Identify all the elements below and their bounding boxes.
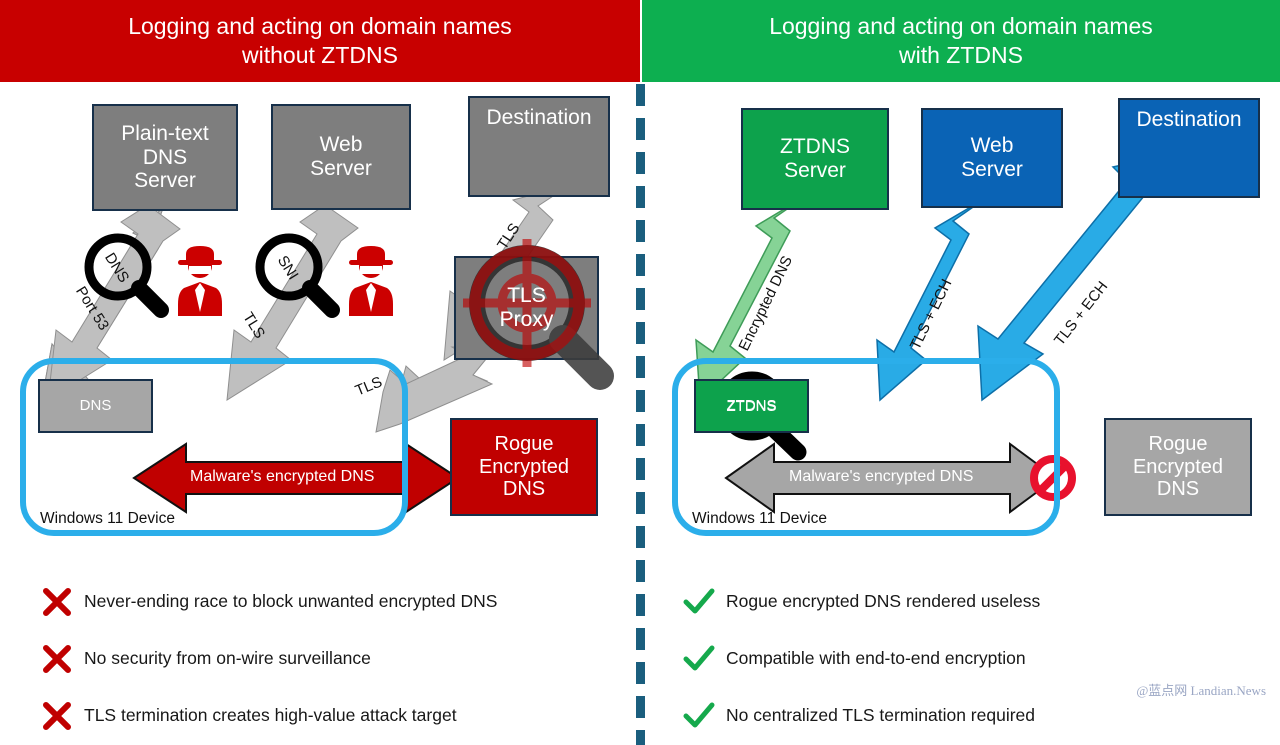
- left-bullet-list: Never-ending race to block unwanted encr…: [30, 573, 630, 744]
- right-header-line1: Logging and acting on domain names: [769, 12, 1153, 39]
- bullet-text: Compatible with end-to-end encryption: [726, 648, 1026, 668]
- left-header-line2: without ZTDNS: [242, 42, 398, 68]
- node-label-line2: Proxy: [499, 308, 554, 331]
- node-label: ZTDNS: [726, 397, 777, 415]
- node-tls-proxy-label: TLS Proxy: [454, 256, 599, 360]
- arrow-label-tls-web: TLS: [239, 309, 269, 342]
- node-web-server-left[interactable]: Web Server: [271, 104, 411, 210]
- node-label-line1: Web: [970, 134, 1014, 158]
- bullet-item: TLS termination creates high-value attac…: [30, 687, 630, 744]
- node-plain-text-dns-server[interactable]: Plain-text DNS Server: [92, 104, 238, 211]
- arrow-label-encrypted-dns: Encrypted DNS: [735, 253, 796, 354]
- node-label-line2: Server: [784, 159, 846, 182]
- spy-icon-1: [178, 246, 222, 316]
- arrow-label-malware-right: Malware's encrypted DNS: [789, 468, 974, 485]
- left-panel-header: Logging and acting on domain names witho…: [0, 0, 640, 82]
- right-bullet-list: Rogue encrypted DNS rendered useless Com…: [672, 573, 1272, 744]
- check-icon: [672, 644, 726, 674]
- bullet-text: No security from on-wire surveillance: [84, 648, 371, 668]
- node-rogue-encrypted-dns-right[interactable]: Rogue Encrypted DNS: [1104, 418, 1252, 516]
- node-label-line3: DNS: [1156, 478, 1200, 501]
- bullet-item: Rogue encrypted DNS rendered useless: [672, 573, 1272, 630]
- node-label-line1: ZTDNS: [780, 135, 850, 159]
- watermark: @蓝点网 Landian.News: [1136, 683, 1266, 698]
- arrow-label-port53: Port 53: [72, 283, 113, 334]
- node-ztdns-server[interactable]: ZTDNS Server: [741, 108, 889, 210]
- node-rogue-encrypted-dns-left[interactable]: Rogue Encrypted DNS: [450, 418, 598, 516]
- magnifier-dns-icon: [84, 233, 169, 318]
- magnifier-sni-label: SNI: [274, 253, 302, 283]
- node-label-line1: Rogue: [494, 433, 554, 456]
- node-web-server-right[interactable]: Web Server: [921, 108, 1063, 208]
- arrow-label-tls-ech-destination: TLS + ECH: [1050, 278, 1112, 349]
- right-header-line2: with ZTDNS: [899, 42, 1023, 68]
- bullet-text: Rogue encrypted DNS rendered useless: [726, 591, 1041, 611]
- device-label-left: Windows 11 Device: [40, 510, 175, 527]
- node-label-line2: Server: [961, 158, 1023, 181]
- node-label-line2: Encrypted: [1132, 455, 1224, 478]
- bullet-text: TLS termination creates high-value attac…: [84, 705, 457, 725]
- arrow-label-tls-ech-web: TLS + ECH: [906, 276, 956, 353]
- node-ztdns-client-label: ZTDNS: [694, 379, 809, 433]
- diagram-stage: Logging and acting on domain names witho…: [0, 0, 1280, 745]
- bullet-item: Never-ending race to block unwanted encr…: [30, 573, 630, 630]
- node-label-line2: Encrypted: [478, 455, 570, 478]
- node-label-line2: DNS: [142, 145, 188, 169]
- node-label: Destination: [486, 106, 592, 129]
- device-label-right: Windows 11 Device: [692, 510, 827, 527]
- node-label-line1: Plain-text: [121, 122, 209, 146]
- cross-icon: [30, 587, 84, 617]
- left-header-line1: Logging and acting on domain names: [128, 12, 512, 39]
- right-panel-header: Logging and acting on domain names with …: [642, 0, 1280, 82]
- node-label-line3: DNS: [502, 478, 546, 501]
- node-destination-left[interactable]: Destination: [468, 96, 610, 197]
- panel-divider: [636, 84, 645, 745]
- cross-icon: [30, 701, 84, 731]
- arrow-label-malware-left: Malware's encrypted DNS: [190, 468, 375, 485]
- bullet-item: Compatible with end-to-end encryption: [672, 630, 1272, 687]
- node-destination-right[interactable]: Destination: [1118, 98, 1260, 198]
- check-icon: [672, 701, 726, 731]
- cross-icon: [30, 644, 84, 674]
- arrow-label-tls-destination: TLS: [494, 220, 524, 253]
- node-label-line2: Server: [310, 157, 372, 180]
- spy-icon-2: [349, 246, 393, 316]
- node-label: Destination: [1136, 108, 1242, 131]
- check-icon: [672, 587, 726, 617]
- node-label-line1: Web: [319, 133, 363, 157]
- bullet-item: No security from on-wire surveillance: [30, 630, 630, 687]
- node-label-line1: TLS: [507, 284, 546, 308]
- magnifier-sni-icon: [255, 233, 340, 318]
- magnifier-dns-label: DNS: [101, 250, 132, 286]
- bullet-text: Never-ending race to block unwanted encr…: [84, 591, 498, 611]
- node-label-line3: Server: [134, 169, 196, 193]
- node-label-line1: Rogue: [1148, 433, 1208, 456]
- bullet-text: No centralized TLS termination required: [726, 705, 1036, 725]
